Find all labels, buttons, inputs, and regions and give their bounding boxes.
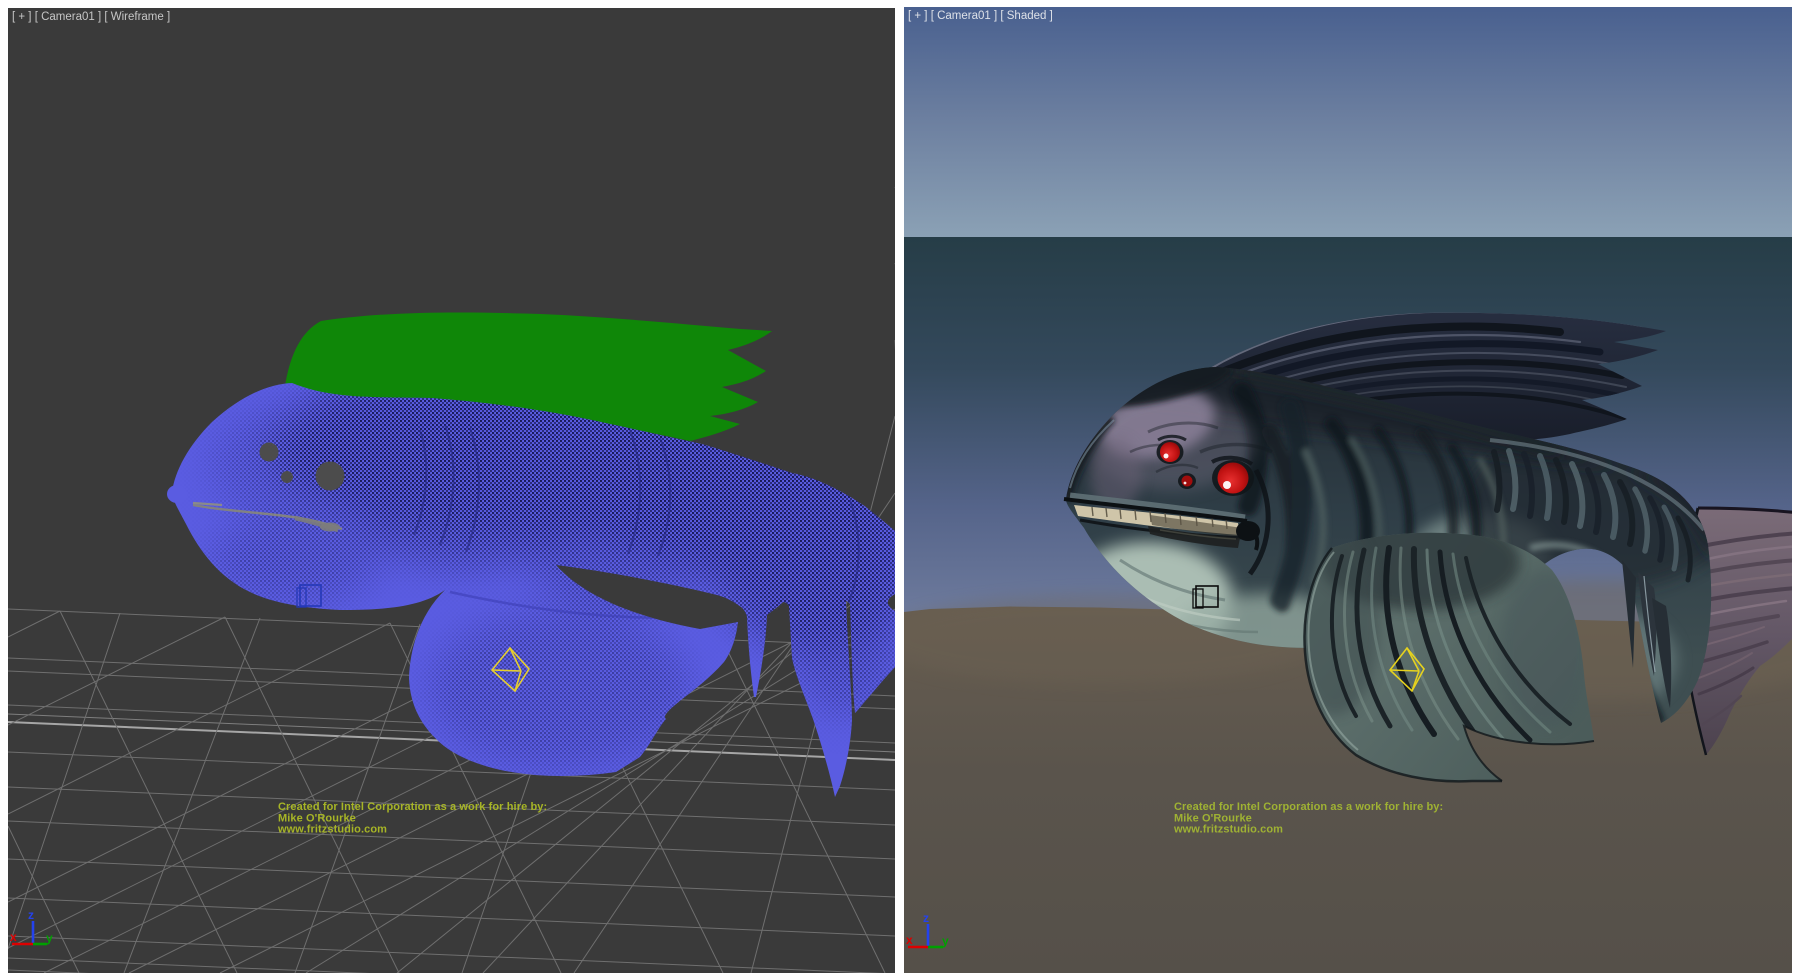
svg-text:www.fritzstudio.com: www.fritzstudio.com (277, 824, 387, 836)
svg-text:y: y (942, 934, 949, 948)
svg-text:y: y (46, 931, 53, 945)
svg-text:Created for Intel Corporation: Created for Intel Corporation as a work … (1174, 801, 1443, 813)
svg-text:z: z (923, 911, 929, 925)
svg-text:www.fritzstudio.com: www.fritzstudio.com (1173, 824, 1283, 836)
svg-text:x: x (10, 930, 17, 944)
svg-text:z: z (28, 908, 34, 922)
svg-text:Created for Intel Corporation: Created for Intel Corporation as a work … (278, 801, 547, 813)
svg-text:x: x (906, 933, 913, 947)
